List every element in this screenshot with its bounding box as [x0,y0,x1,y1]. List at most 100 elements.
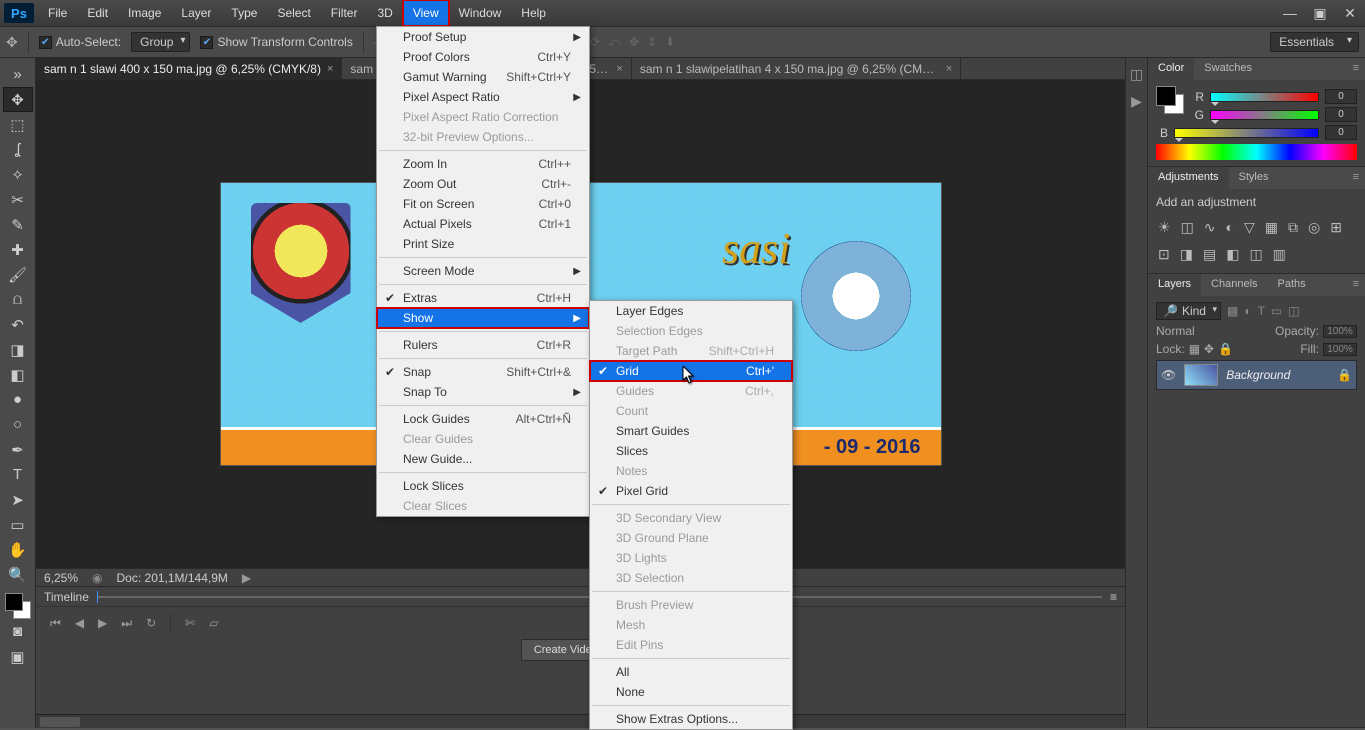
eyedropper-tool[interactable]: ✎ [3,212,33,237]
mi-all[interactable]: All [590,662,792,682]
menu-file[interactable]: File [38,0,77,26]
mi-screen-mode[interactable]: Screen Mode▶ [377,261,589,281]
heal-tool[interactable]: ✚ [3,237,33,262]
mi-smart-guides[interactable]: Smart Guides [590,421,792,441]
hand-tool[interactable]: ✋ [3,537,33,562]
auto-select-checkbox[interactable]: ✔Auto-Select: [39,35,121,49]
tab-layers[interactable]: Layers [1148,274,1201,296]
levels-icon[interactable]: ◫ [1181,219,1194,236]
menu-window[interactable]: Window [449,0,512,26]
3d-mode-icons[interactable]: ⟳⤺✥⇕⬇ [590,35,675,50]
mi-slices[interactable]: Slices [590,441,792,461]
tab-adjustments[interactable]: Adjustments [1148,167,1229,189]
color-spectrum[interactable] [1156,144,1357,160]
menu-image[interactable]: Image [118,0,171,26]
filter-type-icon[interactable]: T [1258,304,1265,318]
curves-icon[interactable]: ∿ [1204,219,1216,236]
lasso-tool[interactable]: ʆ [3,137,33,162]
map-icon[interactable]: ◫ [1249,246,1262,263]
r-input[interactable] [1325,89,1357,104]
hue-icon[interactable]: ▦ [1265,219,1278,236]
r-slider[interactable] [1210,92,1319,102]
filter-shape-icon[interactable]: ▭ [1271,304,1282,318]
quickmask-tool[interactable]: ◙ [3,619,33,644]
mi-zoom-out[interactable]: Zoom OutCtrl+- [377,174,589,194]
panel-menu-icon[interactable]: ≡ [1347,274,1365,296]
crop-tool[interactable]: ✂ [3,187,33,212]
eraser-tool[interactable]: ◨ [3,337,33,362]
tab-swatches[interactable]: Swatches [1194,58,1262,80]
mixer-icon[interactable]: ⊞ [1330,219,1342,236]
mi-rulers[interactable]: RulersCtrl+R [377,335,589,355]
menu-view[interactable]: View [403,0,449,26]
posterize-icon[interactable]: ▤ [1203,246,1216,263]
menu-layer[interactable]: Layer [171,0,221,26]
lock-position-icon[interactable]: ✥ [1204,342,1214,356]
mi-lock-guides[interactable]: Lock GuidesAlt+Ctrl+Ñ [377,409,589,429]
filter-pixel-icon[interactable]: ▩ [1227,304,1238,318]
close-icon[interactable]: × [616,63,622,75]
b-slider[interactable] [1174,128,1319,138]
tab-channels[interactable]: Channels [1201,274,1267,296]
tab-color[interactable]: Color [1148,58,1194,80]
blur-tool[interactable]: ● [3,387,33,412]
mi-extras[interactable]: ✔ExtrasCtrl+H [377,288,589,308]
workspace-select[interactable]: Essentials [1270,32,1359,52]
type-tool[interactable]: T [3,462,33,487]
h-scrollbar[interactable] [36,714,1125,728]
history-brush-tool[interactable]: ↶ [3,312,33,337]
lock-all-icon[interactable]: 🔒 [1218,342,1233,356]
brush-tool[interactable]: 🖌 [3,262,33,287]
mi-pixel-grid[interactable]: ✔Pixel Grid [590,481,792,501]
brightness-icon[interactable]: ☀ [1158,219,1171,236]
path-select-tool[interactable]: ➤ [3,487,33,512]
pen-tool[interactable]: ✒ [3,437,33,462]
dodge-tool[interactable]: ○ [3,412,33,437]
bw-icon[interactable]: ⧉ [1288,219,1298,236]
filter-adj-icon[interactable]: ◐ [1244,304,1251,318]
loop-icon[interactable]: ↻ [146,616,156,630]
panel-menu-icon[interactable]: ≡ [1347,167,1365,189]
menu-edit[interactable]: Edit [77,0,118,26]
mi-snap[interactable]: ✔SnapShift+Ctrl+& [377,362,589,382]
mi-lock-slices[interactable]: Lock Slices [377,476,589,496]
mi-show[interactable]: Show▶ [377,308,589,328]
opacity-input[interactable] [1323,325,1357,338]
doc-tab-3[interactable]: sam n 1 slawipelatihan 4 x 150 ma.jpg @ … [632,58,961,79]
g-slider[interactable] [1210,110,1319,120]
photo-filter-icon[interactable]: ◎ [1308,219,1320,236]
timeline-menu-icon[interactable]: ≡ [1110,590,1117,604]
close-icon[interactable]: × [946,63,952,75]
maximize-button[interactable]: ▣ [1305,0,1335,26]
show-transform-checkbox[interactable]: ✔Show Transform Controls [200,35,352,49]
mi-actual[interactable]: Actual PixelsCtrl+1 [377,214,589,234]
mi-gamut[interactable]: Gamut WarningShift+Ctrl+Y [377,67,589,87]
color-panel-swatch[interactable] [1156,86,1184,114]
prev-frame-icon[interactable]: ◀ [75,616,84,630]
filter-kind[interactable]: 🔎Kind [1156,302,1221,320]
tab-paths[interactable]: Paths [1268,274,1316,296]
shape-tool[interactable]: ▭ [3,512,33,537]
mi-proof-setup[interactable]: Proof Setup▶ [377,27,589,47]
mi-snap-to[interactable]: Snap To▶ [377,382,589,402]
first-frame-icon[interactable]: ⏮ [50,616,61,631]
mi-none[interactable]: None [590,682,792,702]
play-icon[interactable]: ▶ [98,616,107,630]
actions-panel-icon[interactable]: ▶ [1131,93,1142,110]
panel-menu-icon[interactable]: ≡ [1347,58,1365,80]
selective-icon[interactable]: ▥ [1273,246,1286,263]
expand-toolbox-icon[interactable]: » [3,62,33,87]
vibrance-icon[interactable]: ▽ [1244,219,1255,236]
threshold-icon[interactable]: ◧ [1226,246,1239,263]
move-tool[interactable]: ✥ [3,87,33,112]
b-input[interactable] [1325,125,1357,140]
menu-help[interactable]: Help [511,0,556,26]
cut-icon[interactable]: ✄ [185,616,195,630]
mi-proof-colors[interactable]: Proof ColorsCtrl+Y [377,47,589,67]
lock-pixels-icon[interactable]: ▦ [1189,342,1200,356]
adjustment-icons[interactable]: ☀◫∿◐▽ ▦⧉◎⊞⊡ ◨▤◧◫▥ [1156,215,1357,267]
mi-layer-edges[interactable]: Layer Edges [590,301,792,321]
status-arrow-icon[interactable]: ▶ [242,571,251,585]
menu-type[interactable]: Type [221,0,267,26]
marquee-tool[interactable]: ⬚ [3,112,33,137]
